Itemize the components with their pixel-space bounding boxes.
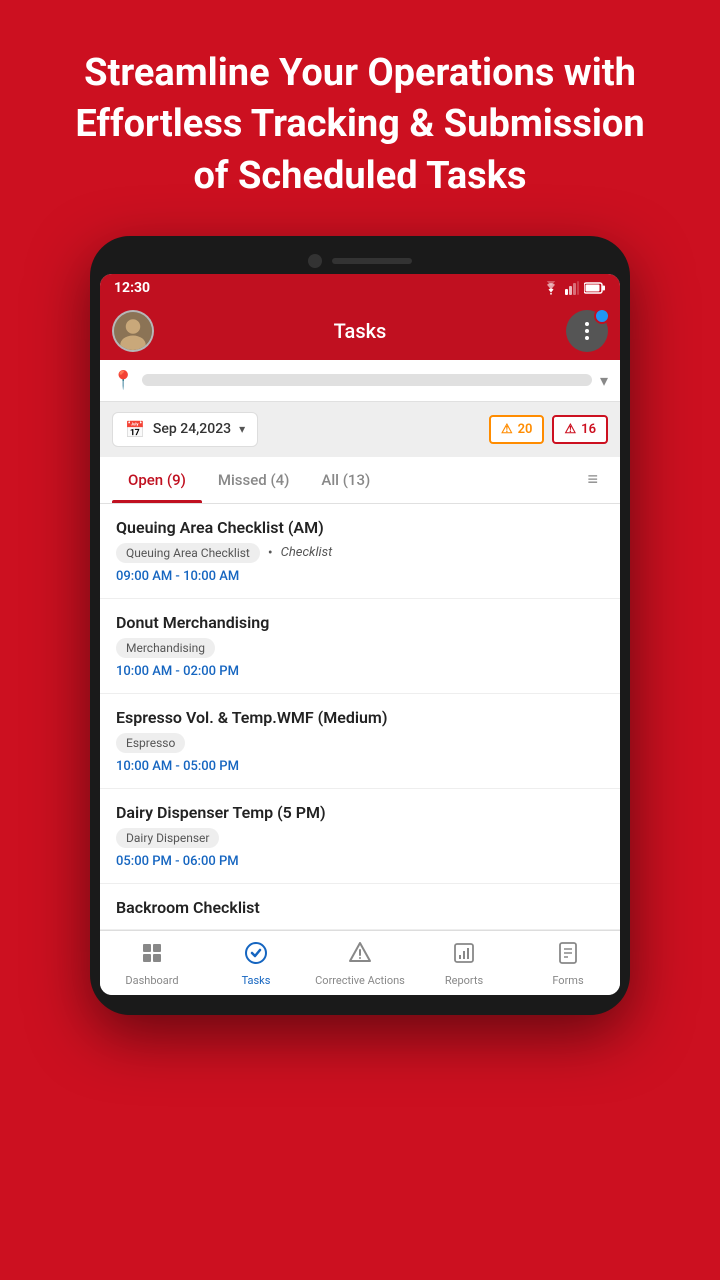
tab-open[interactable]: Open (9) (112, 457, 202, 503)
app-bar-title: Tasks (164, 319, 556, 343)
location-input-placeholder[interactable] (142, 374, 592, 386)
tab-missed[interactable]: Missed (4) (202, 457, 306, 503)
bottom-nav: Dashboard Tasks (100, 930, 620, 995)
task-title-5: Backroom Checklist (116, 898, 604, 917)
battery-icon (584, 282, 606, 294)
date-picker-label: Sep 24,2023 (153, 421, 231, 437)
nav-reports[interactable]: Reports (412, 931, 516, 995)
dot-2 (585, 329, 589, 333)
alert-badges: ⚠ 20 ⚠ 16 (489, 415, 608, 444)
task-tags-3: Espresso (116, 733, 604, 753)
task-title-2: Donut Merchandising (116, 613, 604, 632)
task-tag-dot-1: • (268, 545, 273, 561)
date-picker-button[interactable]: 📅 Sep 24,2023 ▾ (112, 412, 258, 447)
reports-icon (452, 941, 476, 970)
task-list: Queuing Area Checklist (AM) Queuing Area… (100, 504, 620, 930)
alert-red-icon: ⚠ (564, 422, 576, 437)
task-tag-type-1: Checklist (281, 545, 333, 560)
status-time: 12:30 (114, 280, 150, 296)
tasks-icon (244, 941, 268, 970)
task-tags-2: Merchandising (116, 638, 604, 658)
task-time-2: 10:00 AM - 02:00 PM (116, 664, 604, 679)
task-tag-3: Espresso (116, 733, 185, 753)
task-time-1: 09:00 AM - 10:00 AM (116, 569, 604, 584)
task-item-5[interactable]: Backroom Checklist (100, 884, 620, 930)
task-title-1: Queuing Area Checklist (AM) (116, 518, 604, 537)
task-time-3: 10:00 AM - 05:00 PM (116, 759, 604, 774)
phone-body: 12:30 (90, 236, 630, 1015)
task-title-4: Dairy Dispenser Temp (5 PM) (116, 803, 604, 822)
phone-screen: 12:30 (100, 274, 620, 995)
location-bar[interactable]: 📍 ▾ (100, 360, 620, 402)
nav-dashboard[interactable]: Dashboard (100, 931, 204, 995)
task-tags-1: Queuing Area Checklist • Checklist (116, 543, 604, 563)
alert-orange-count: 20 (518, 422, 533, 437)
nav-forms-label: Forms (552, 974, 583, 987)
forms-icon (556, 941, 580, 970)
location-dropdown-icon[interactable]: ▾ (600, 371, 608, 390)
tabs-bar: Open (9) Missed (4) All (13) ≡ (100, 457, 620, 504)
dot-3 (585, 336, 589, 340)
alert-badge-orange[interactable]: ⚠ 20 (489, 415, 545, 444)
task-title-3: Espresso Vol. & Temp.WMF (Medium) (116, 708, 604, 727)
corrective-actions-icon (348, 941, 372, 970)
task-tag-1: Queuing Area Checklist (116, 543, 260, 563)
nav-corrective-label: Corrective Actions (315, 974, 405, 987)
date-picker-chevron: ▾ (239, 422, 245, 436)
phone-camera (308, 254, 322, 268)
signal-icon (565, 281, 579, 295)
alert-badge-red[interactable]: ⚠ 16 (552, 415, 608, 444)
task-tag-2: Merchandising (116, 638, 215, 658)
calendar-icon: 📅 (125, 420, 145, 439)
alert-orange-icon: ⚠ (501, 422, 513, 437)
hero-headline: Streamline Your Operations with Effortle… (60, 48, 660, 202)
menu-dots (585, 322, 589, 340)
status-bar: 12:30 (100, 274, 620, 302)
task-tag-4: Dairy Dispenser (116, 828, 219, 848)
alert-red-count: 16 (581, 422, 596, 437)
avatar[interactable] (112, 310, 154, 352)
wifi-icon (542, 281, 560, 295)
nav-tasks-label: Tasks (242, 974, 271, 987)
task-item-3[interactable]: Espresso Vol. & Temp.WMF (Medium) Espres… (100, 694, 620, 789)
filter-icon[interactable]: ≡ (577, 459, 608, 500)
nav-dashboard-label: Dashboard (125, 974, 178, 987)
avatar-image (114, 312, 152, 350)
phone-mockup: 12:30 (0, 226, 720, 1015)
phone-notch (100, 254, 620, 268)
phone-speaker (332, 258, 412, 264)
menu-button-container (566, 310, 608, 352)
task-time-4: 05:00 PM - 06:00 PM (116, 854, 604, 869)
dashboard-icon (140, 941, 164, 970)
dot-1 (585, 322, 589, 326)
task-item-2[interactable]: Donut Merchandising Merchandising 10:00 … (100, 599, 620, 694)
task-item-4[interactable]: Dairy Dispenser Temp (5 PM) Dairy Dispen… (100, 789, 620, 884)
tab-all[interactable]: All (13) (305, 457, 386, 503)
app-bar: Tasks (100, 302, 620, 360)
nav-corrective-actions[interactable]: Corrective Actions (308, 931, 412, 995)
hero-section: Streamline Your Operations with Effortle… (0, 0, 720, 226)
nav-forms[interactable]: Forms (516, 931, 620, 995)
status-icons (542, 281, 606, 295)
nav-tasks[interactable]: Tasks (204, 931, 308, 995)
location-pin-icon: 📍 (112, 370, 134, 391)
task-item-1[interactable]: Queuing Area Checklist (AM) Queuing Area… (100, 504, 620, 599)
date-filter-bar: 📅 Sep 24,2023 ▾ ⚠ 20 ⚠ 16 (100, 402, 620, 457)
notification-badge (594, 308, 610, 324)
nav-reports-label: Reports (445, 974, 483, 987)
task-tags-4: Dairy Dispenser (116, 828, 604, 848)
